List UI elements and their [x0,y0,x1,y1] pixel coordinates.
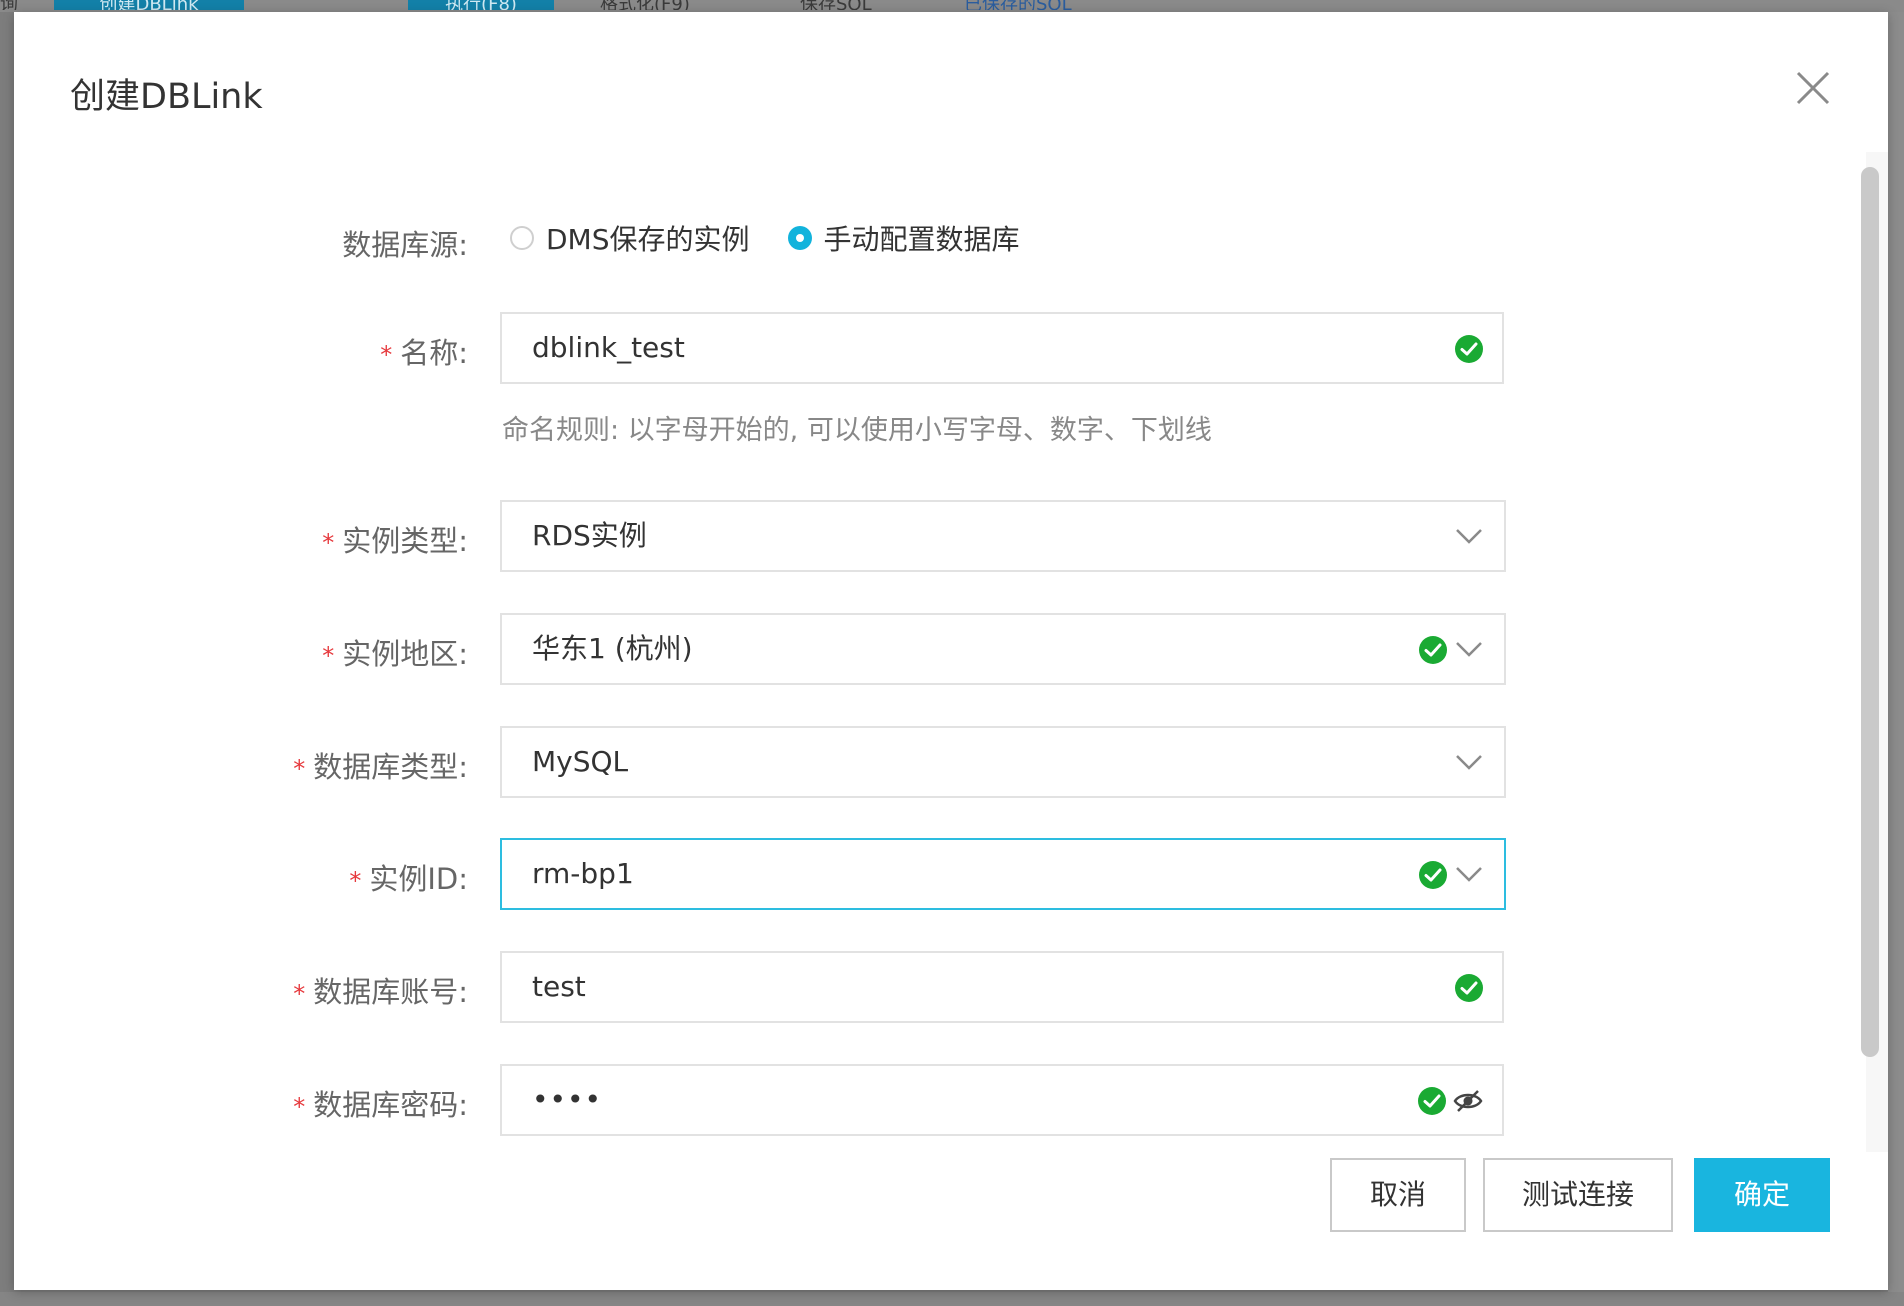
chevron-down-icon[interactable] [1454,637,1484,661]
db-type-select[interactable]: MySQL [500,726,1506,798]
check-circle-icon [1419,861,1447,889]
close-button[interactable] [1792,67,1834,109]
chevron-down-icon[interactable] [1454,524,1484,548]
check-circle-icon [1418,1087,1446,1115]
account-value[interactable]: test [532,953,586,1021]
db-type-row: * 数据库类型: MySQL [14,726,1534,802]
instance-type-select[interactable]: RDS实例 [500,500,1506,572]
eye-off-icon[interactable] [1452,1087,1484,1115]
close-icon [1796,71,1830,105]
region-value: 华东1 (杭州) [532,632,693,665]
bg-button-execute: 执行(F8) [408,0,554,10]
radio-dms-instance[interactable]: DMS保存的实例 [510,218,750,258]
bg-button-format: 格式化(F9) [600,0,740,10]
radio-dms-instance-circle[interactable] [510,226,534,250]
instance-id-select[interactable]: rm-bp1 [500,838,1506,910]
radio-dms-instance-label: DMS保存的实例 [546,223,750,256]
check-circle-icon [1419,636,1447,664]
db-type-value: MySQL [532,745,629,778]
db-type-label: * 数据库类型: [293,750,468,784]
name-hint: 命名规则: 以字母开始的, 可以使用小写字母、数字、下划线 [502,415,1212,446]
bg-button-save-sql: 保存SQL [800,0,930,10]
account-label: * 数据库账号: [293,975,468,1009]
instance-type-value: RDS实例 [532,519,647,552]
instance-type-row: * 实例类型: RDS实例 [14,500,1534,576]
bg-tab-create-dblink: 创建DBLink [54,0,244,10]
chevron-down-icon[interactable] [1454,750,1484,774]
region-label: * 实例地区: [322,637,468,671]
check-circle-icon [1455,974,1483,1002]
background-bottom [0,1292,1904,1306]
required-mark: * [293,980,306,1008]
test-connection-button[interactable]: 测试连接 [1483,1158,1673,1232]
password-row: * 数据库密码: •••• [14,1064,1534,1140]
source-radio-group: DMS保存的实例 手动配置数据库 [510,218,1058,258]
scrollbar-thumb[interactable] [1861,167,1879,1057]
bg-tab-query: 询 [0,0,46,10]
name-row: * 名称: dblink_test 命名规则: 以字母开始的, 可以使用小写字母、… [14,312,1534,446]
cancel-button[interactable]: 取消 [1330,1158,1466,1232]
create-dblink-dialog: 创建DBLink 数据库源: DMS保存的实例 手动配置数据库 * 名称: db… [14,12,1888,1290]
account-row: * 数据库账号: test [14,951,1534,1027]
instance-id-label: * 实例ID: [349,862,468,896]
confirm-button[interactable]: 确定 [1694,1158,1830,1232]
instance-id-row: * 实例ID: rm-bp1 [14,838,1534,914]
background-edge [1888,12,1904,1306]
radio-manual-config-label: 手动配置数据库 [823,223,1020,256]
required-mark: * [380,341,393,369]
password-label: * 数据库密码: [293,1088,468,1122]
instance-type-label: * 实例类型: [322,524,468,558]
radio-manual-config[interactable]: 手动配置数据库 [787,218,1020,258]
name-label: * 名称: [380,336,468,370]
dialog-title: 创建DBLink [70,77,263,117]
check-circle-icon [1455,335,1483,363]
background-toolbar [0,0,1904,12]
instance-id-value[interactable]: rm-bp1 [532,840,634,908]
name-input[interactable]: dblink_test [500,312,1504,384]
bg-link-saved-sql: 已保存的SQL [964,0,1144,10]
chevron-down-icon[interactable] [1454,862,1484,886]
required-mark: * [349,867,362,895]
password-value[interactable]: •••• [532,1066,602,1134]
required-mark: * [322,529,335,557]
region-row: * 实例地区: 华东1 (杭州) [14,613,1534,689]
name-input-value[interactable]: dblink_test [532,314,685,382]
password-input[interactable]: •••• [500,1064,1504,1136]
required-mark: * [322,642,335,670]
region-select[interactable]: 华东1 (杭州) [500,613,1506,685]
source-row: 数据库源: DMS保存的实例 手动配置数据库 [14,218,1534,262]
required-mark: * [293,755,306,783]
source-label: 数据库源: [342,228,468,262]
radio-manual-config-circle[interactable] [787,226,812,250]
account-input[interactable]: test [500,951,1504,1023]
required-mark: * [293,1093,306,1121]
